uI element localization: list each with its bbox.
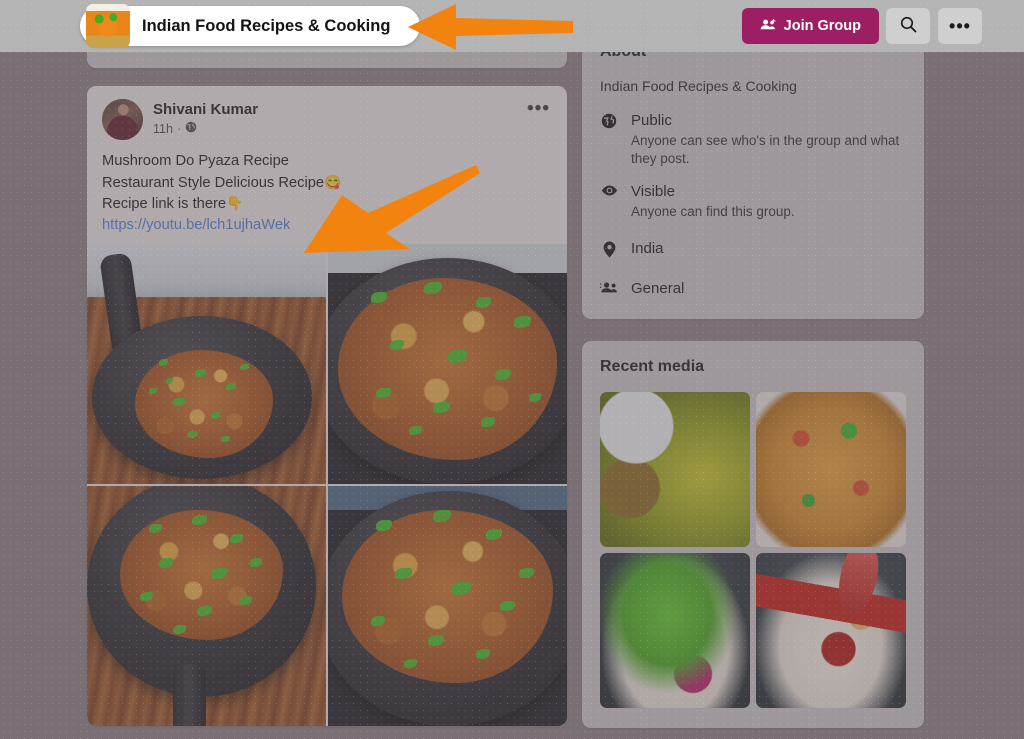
post-text-line-1: Mushroom Do Pyaza Recipe (102, 153, 289, 169)
recent-media-grid (600, 392, 906, 708)
post-text-line-3-wrap: Recipe link is there👇 (102, 193, 552, 215)
group-title-label: Indian Food Recipes & Cooking (142, 16, 391, 35)
post-more-options-button[interactable]: ••• (527, 99, 550, 118)
ellipsis-horizontal-icon: ••• (949, 16, 971, 36)
post-text: Mushroom Do Pyaza Recipe Restaurant Styl… (87, 140, 567, 244)
search-button[interactable] (886, 8, 930, 44)
recent-media-card: Recent media (582, 341, 924, 728)
group-title-pill[interactable]: Indian Food Recipes & Cooking (80, 4, 420, 48)
post-timestamp: 11h (153, 122, 173, 136)
post-text-line-2: Restaurant Style Delicious Recipe (102, 174, 325, 191)
about-row-public: Public Anyone can see who's in the group… (600, 111, 906, 168)
location-pin-icon (600, 239, 618, 258)
about-category-label: General (631, 280, 685, 297)
post-photo-grid (87, 244, 567, 726)
post-text-line-2-wrap: Restaurant Style Delicious Recipe😋 (102, 172, 552, 194)
smiling-face-emoji: 😋 (324, 173, 342, 190)
about-row-category: General (600, 279, 906, 299)
post-header: Shivani Kumar 11h · ••• (87, 86, 567, 140)
post-meta: Shivani Kumar 11h · (153, 99, 258, 138)
about-public-label: Public (631, 112, 672, 129)
avatar[interactable] (102, 99, 143, 140)
about-visible-label: Visible (631, 183, 675, 200)
recent-media-tile-2[interactable] (756, 392, 906, 547)
people-icon (600, 279, 618, 294)
about-public-sub: Anyone can see who's in the group and wh… (631, 133, 900, 166)
post-author-name[interactable]: Shivani Kumar (153, 100, 258, 119)
eye-icon (600, 182, 618, 197)
recent-media-tile-4[interactable] (756, 553, 906, 708)
about-row-visible: Visible Anyone can find this group. (600, 182, 906, 221)
post-photo-2[interactable] (328, 244, 567, 484)
post-photo-4[interactable] (328, 486, 567, 726)
about-row-location: India (600, 239, 906, 259)
page-content: Like Reply Share 57 m View 4 more commen… (0, 0, 1024, 739)
about-location-label: India (631, 240, 664, 257)
feed-column: Like Reply Share 57 m View 4 more commen… (87, 0, 567, 726)
post-photo-3[interactable] (87, 486, 326, 726)
post-separator: · (176, 122, 182, 136)
recent-media-tile-1[interactable] (600, 392, 750, 547)
about-card: About Indian Food Recipes & Cooking Publ… (582, 26, 924, 319)
recent-media-title: Recent media (600, 358, 705, 375)
about-description: Indian Food Recipes & Cooking (600, 78, 797, 94)
post-photo-1[interactable] (87, 244, 326, 484)
search-icon (900, 16, 917, 36)
recent-media-tile-3[interactable] (600, 553, 750, 708)
post-subline: 11h · (153, 121, 258, 138)
people-add-icon (760, 18, 776, 35)
globe-icon (185, 121, 197, 138)
right-sidebar: About Indian Food Recipes & Cooking Publ… (582, 26, 924, 739)
join-group-button[interactable]: Join Group (741, 8, 879, 44)
post-card: Shivani Kumar 11h · ••• Mushroom Do Pyaz… (87, 86, 567, 726)
post-youtube-link[interactable]: https://youtu.be/lch1ujhaWek (102, 215, 552, 236)
about-visible-sub: Anyone can find this group. (631, 204, 795, 219)
top-bar: Indian Food Recipes & Cooking Join Group (0, 0, 1024, 52)
pointing-down-emoji: 👇 (226, 195, 244, 211)
globe-icon (600, 111, 618, 129)
more-options-button[interactable]: ••• (938, 8, 982, 44)
join-group-label: Join Group (783, 18, 861, 34)
post-text-line-3: Recipe link is there (102, 196, 227, 212)
screen-root: Like Reply Share 57 m View 4 more commen… (0, 0, 1024, 739)
group-avatar-image (86, 4, 130, 48)
